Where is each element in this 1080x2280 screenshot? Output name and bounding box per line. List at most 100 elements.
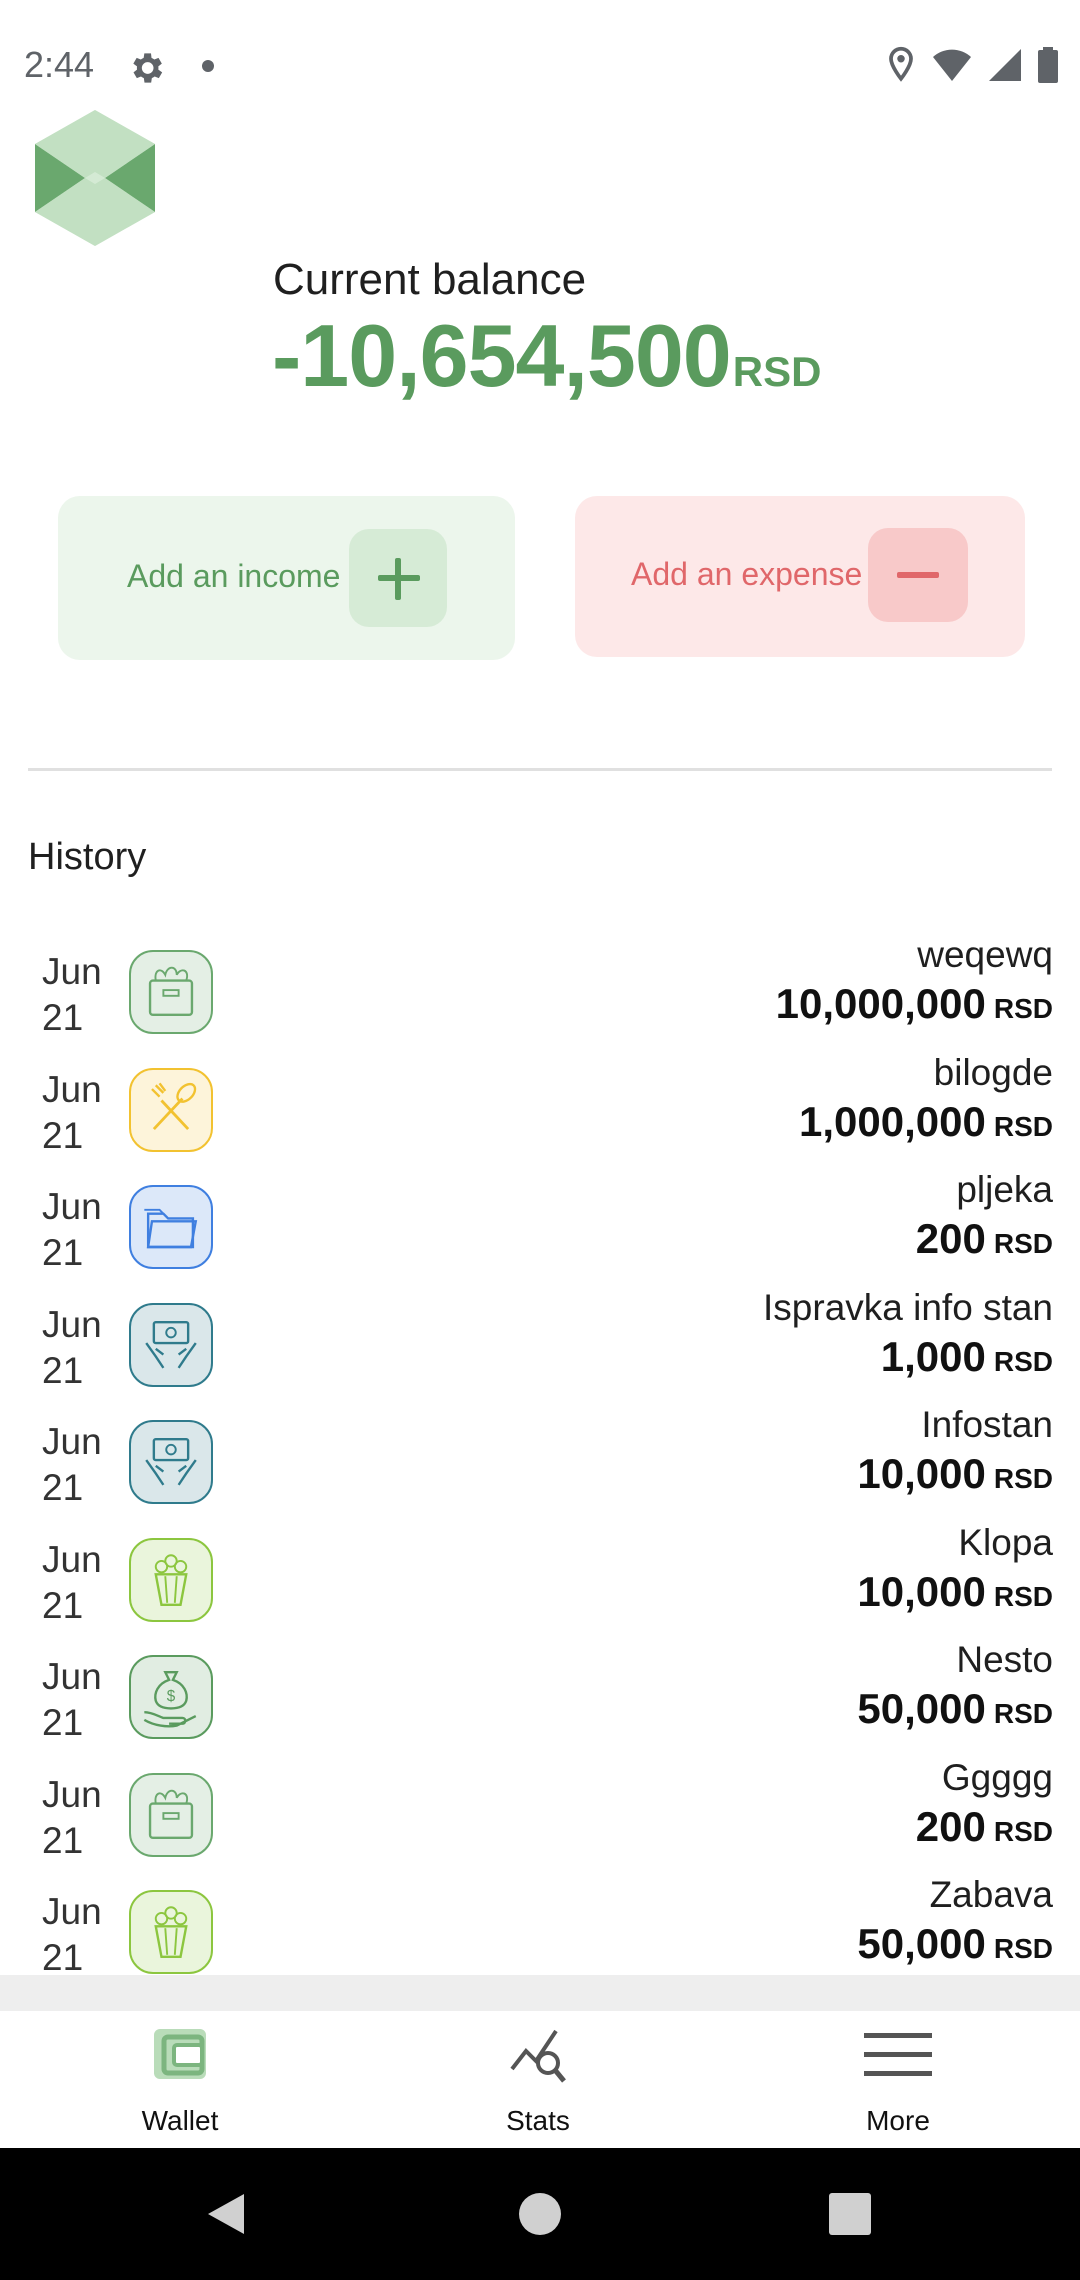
history-row[interactable]: Jun 21 weqewq 10,000,000 RSD (0, 930, 1080, 1048)
history-row-amount-value: 50,000 (857, 1685, 986, 1732)
history-row-amount: 1,000,000 RSD (799, 1098, 1053, 1146)
history-row-name: weqewq (917, 934, 1053, 975)
grocery-bag-icon (129, 1772, 213, 1857)
history-row-day: 21 (42, 1467, 84, 1508)
history-row-amount: 1,000 RSD (881, 1333, 1053, 1381)
history-row[interactable]: Jun 21 $ Nesto 50,000 RSD (0, 1635, 1080, 1753)
history-row-amount: 10,000,000 RSD (776, 980, 1053, 1028)
location-icon (889, 46, 913, 82)
history-row[interactable]: Jun 21 Infostan 10,000 RSD (0, 1400, 1080, 1518)
history-row-amount: 200 RSD (916, 1215, 1053, 1263)
history-row-day: 21 (42, 1584, 84, 1626)
balance-display: -10,654,500 RSD (272, 305, 821, 407)
history-row-day: 21 (42, 1937, 84, 1975)
history-row-day: 21 (42, 1819, 84, 1861)
history-row-currency: RSD (993, 1698, 1053, 1729)
history-row-currency: RSD (993, 1110, 1053, 1142)
history-row-month: Jun (42, 1068, 102, 1110)
add-income-card[interactable]: Add an income (58, 496, 515, 660)
history-row-month: Jun (42, 1538, 102, 1580)
history-title: History (28, 836, 147, 878)
nav-stats-label: Stats (506, 2105, 570, 2136)
history-row[interactable]: Jun 21 pljeka 200 RSD (0, 1165, 1080, 1283)
balance-label: Current balance (273, 255, 587, 304)
history-row-name: Infostan (921, 1404, 1053, 1445)
history-row-day: 21 (42, 1702, 84, 1743)
history-row[interactable]: Jun 21 Ispravka info stan 1,000 RSD (0, 1283, 1080, 1401)
history-row-amount-value: 200 (915, 1215, 986, 1262)
stats-icon (510, 2029, 566, 2083)
app-logo (35, 110, 155, 246)
history-list[interactable]: Jun 21 weqewq 10,000,000 RSD Jun 21 bilogde 1,00… (0, 930, 1080, 1975)
history-row-day: 21 (42, 1349, 84, 1391)
add-income-button[interactable] (349, 529, 447, 627)
history-row-amount-value: 10,000 (857, 1567, 986, 1615)
nav-wallet-label: Wallet (141, 2105, 219, 2136)
notification-dot (202, 60, 214, 72)
history-row-name: Klopa (958, 1521, 1053, 1563)
wallet-icon (154, 2029, 206, 2079)
history-row-month: Jun (42, 1891, 102, 1932)
divider (28, 768, 1052, 771)
history-row-day: 21 (42, 1114, 84, 1156)
minus-icon (897, 572, 939, 578)
cash-hands-icon (129, 1420, 213, 1504)
system-nav-bar (0, 2148, 1080, 2280)
status-bar: 2:44 (0, 0, 1080, 135)
history-row-currency: RSD (993, 993, 1053, 1024)
history-row-amount-value: 10,000 (857, 1450, 986, 1497)
svg-text:$: $ (167, 1688, 176, 1705)
history-row-month: Jun (42, 1773, 102, 1815)
history-row-name: Ggggg (941, 1756, 1053, 1798)
history-row[interactable]: Jun 21 Klopa 10,000 RSD (0, 1518, 1080, 1636)
history-row-day: 21 (42, 1232, 84, 1273)
history-row-name: Nesto (956, 1639, 1053, 1680)
status-time: 2:44 (24, 44, 95, 85)
list-bottom-edge (0, 1975, 1080, 2011)
history-row-month: Jun (42, 1421, 102, 1462)
history-row-currency: RSD (993, 1228, 1053, 1259)
history-row-name: pljeka (956, 1169, 1053, 1210)
back-icon[interactable] (204, 2192, 248, 2236)
nav-stats[interactable]: Stats (418, 2011, 658, 2148)
history-row-amount-value: 200 (915, 1802, 986, 1850)
history-row[interactable]: Jun 21 bilogde 1,000,000 RSD (0, 1048, 1080, 1166)
recents-icon[interactable] (828, 2192, 872, 2236)
history-row-amount: 200 RSD (916, 1803, 1053, 1851)
balance-value: -10,654,500 (272, 306, 732, 405)
history-row-currency: RSD (993, 1815, 1053, 1847)
history-row-amount: 10,000 RSD (857, 1568, 1053, 1616)
popcorn-icon (129, 1890, 213, 1974)
status-icons (886, 46, 1058, 84)
history-row[interactable]: Jun 21 Ggggg 200 RSD (0, 1753, 1080, 1871)
add-expense-card[interactable]: Add an expense (575, 496, 1025, 657)
add-expense-label: Add an expense (631, 556, 863, 592)
history-row-currency: RSD (993, 1345, 1053, 1377)
history-row-currency: RSD (993, 1933, 1053, 1964)
plus-icon-vertical (395, 558, 401, 600)
history-row-month: Jun (42, 951, 102, 992)
history-row-amount: 50,000 RSD (857, 1920, 1053, 1968)
nav-wallet[interactable]: Wallet (60, 2011, 300, 2148)
wifi-icon (933, 49, 971, 81)
cash-hands-icon (129, 1302, 213, 1387)
add-income-label: Add an income (127, 558, 341, 594)
history-row-name: Zabava (929, 1874, 1053, 1915)
home-icon[interactable] (518, 2192, 562, 2236)
history-row-name: Ispravka info stan (763, 1286, 1053, 1328)
folder-icon (129, 1185, 213, 1269)
add-expense-button[interactable] (868, 528, 968, 622)
history-row-amount: 50,000 RSD (857, 1685, 1053, 1733)
signal-icon (989, 49, 1021, 81)
grocery-bag-icon (129, 950, 213, 1034)
nav-more[interactable]: More (778, 2011, 1018, 2148)
history-row-amount-value: 1,000,000 (799, 1097, 986, 1145)
history-row-currency: RSD (993, 1463, 1053, 1494)
bottom-nav: Wallet Stats More (0, 2011, 1080, 2148)
history-row-month: Jun (42, 1186, 102, 1227)
balance-currency: RSD (732, 348, 822, 395)
fork-spoon-icon (129, 1067, 213, 1152)
history-row-amount-value: 50,000 (857, 1920, 986, 1967)
history-row[interactable]: Jun 21 Zabava 50,000 RSD (0, 1870, 1080, 1975)
popcorn-icon (129, 1537, 213, 1622)
